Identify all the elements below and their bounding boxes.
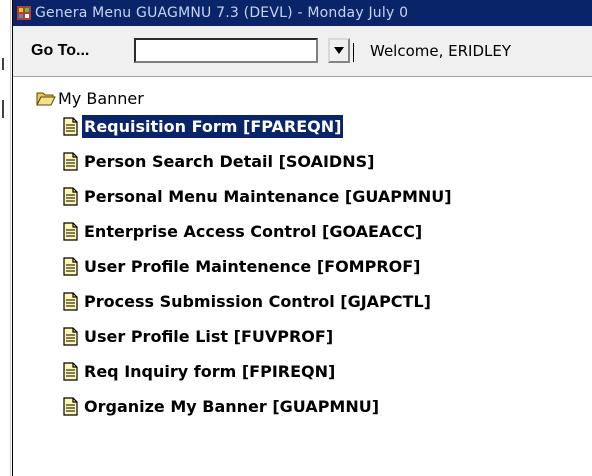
tree-item-requisition-form[interactable]: Requisition Form [FPAREQN] <box>63 113 345 139</box>
tree-item-label: Person Search Detail [SOAIDNS] <box>84 151 375 171</box>
tree-item-process-submission-control[interactable]: Process Submission Control [GJAPCTL] <box>63 288 433 314</box>
goto-label: Go To... <box>31 42 90 59</box>
open-folder-icon <box>36 92 56 106</box>
edge-mark <box>2 100 4 118</box>
tree-root-my-banner[interactable]: My Banner <box>36 87 144 109</box>
goto-dropdown-button[interactable] <box>328 38 354 63</box>
tree-item-req-inquiry-form[interactable]: Req Inquiry form [FPIREQN] <box>63 358 337 384</box>
tree-item-personal-menu-maintenance[interactable]: Personal Menu Maintenance [GUAPMNU] <box>63 183 454 209</box>
tree-item-label: User Profile List [FUVPROF] <box>84 326 334 346</box>
tree-item-enterprise-access-control[interactable]: Enterprise Access Control [GOAEACC] <box>63 218 424 244</box>
tree-item-label: Enterprise Access Control [GOAEACC] <box>84 221 423 241</box>
chevron-down-icon <box>334 47 344 54</box>
window-titlebar[interactable]: Genera Menu GUAGMNU 7.3 (DEVL) - Monday … <box>13 0 592 26</box>
document-icon <box>63 256 78 276</box>
document-icon <box>63 151 78 171</box>
tree-item-organize-my-banner[interactable]: Organize My Banner [GUAPMNU] <box>63 393 381 419</box>
tree-item-user-profile-maintenence[interactable]: User Profile Maintenence [FOMPROF] <box>63 253 423 279</box>
tree-item-label: Req Inquiry form [FPIREQN] <box>84 361 336 381</box>
document-icon <box>63 186 78 206</box>
document-icon <box>63 291 78 311</box>
window-title: Genera Menu GUAGMNU 7.3 (DEVL) - Monday … <box>35 5 409 21</box>
tree-item-label: Personal Menu Maintenance [GUAPMNU] <box>84 186 452 206</box>
goto-input[interactable] <box>134 38 318 63</box>
tree-item-label: Requisition Form [FPAREQN] <box>80 113 345 139</box>
left-window-edge <box>0 0 11 476</box>
document-icon <box>63 221 78 241</box>
tree-item-label: Process Submission Control [GJAPCTL] <box>84 291 431 311</box>
tree-item-label: Organize My Banner [GUAPMNU] <box>84 396 380 416</box>
document-icon <box>63 116 78 136</box>
tree-item-user-profile-list[interactable]: User Profile List [FUVPROF] <box>63 323 335 349</box>
welcome-text: Welcome, ERIDLEY <box>370 42 512 60</box>
document-icon <box>63 396 78 416</box>
my-banner-tree: My Banner Requisition Form [FPAREQN] Per… <box>13 77 592 476</box>
document-icon <box>63 361 78 381</box>
tree-item-person-search-detail[interactable]: Person Search Detail [SOAIDNS] <box>63 148 376 174</box>
tree-item-label: User Profile Maintenence [FOMPROF] <box>84 256 421 276</box>
main-window: Genera Menu GUAGMNU 7.3 (DEVL) - Monday … <box>12 0 592 476</box>
document-icon <box>63 326 78 346</box>
tree-root-label: My Banner <box>58 88 144 108</box>
goto-toolbar: Go To... Welcome, ERIDLEY <box>13 26 592 77</box>
banner-app-icon <box>17 6 31 20</box>
edge-mark <box>2 58 4 70</box>
